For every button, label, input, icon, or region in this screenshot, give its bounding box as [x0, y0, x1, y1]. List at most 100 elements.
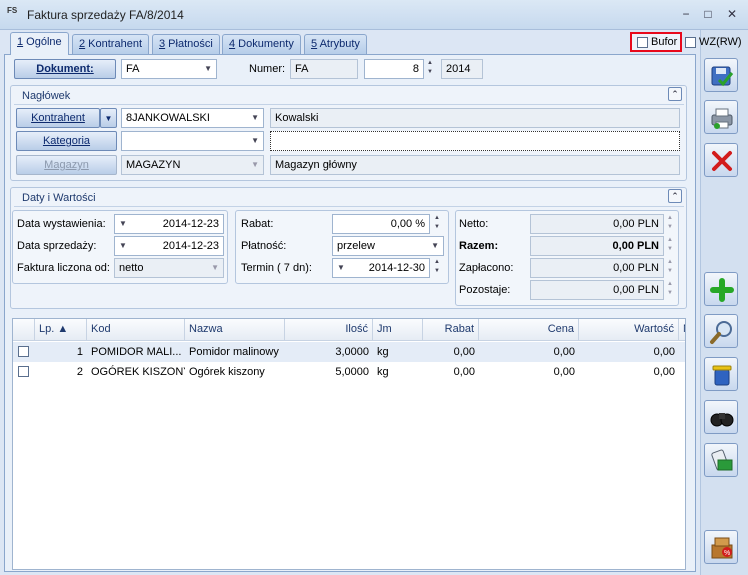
payment-button[interactable] — [704, 443, 738, 477]
razem-field: 0,00 PLN — [530, 236, 664, 256]
platnosc-select[interactable]: przelew ▼ — [332, 236, 444, 256]
bufor-checkbox[interactable] — [637, 37, 648, 48]
data-wystawienia-label: Data wystawienia: — [17, 218, 106, 230]
pozostaje-field: 0,00 PLN — [530, 280, 664, 300]
tab-platnosci[interactable]: 3 Płatności — [152, 34, 220, 54]
zaplacono-field: 0,00 PLN — [530, 258, 664, 278]
cell-jm: kg — [377, 366, 389, 378]
grid-header-nazwa[interactable]: Nazwa — [185, 319, 285, 341]
divider — [14, 104, 684, 105]
row-checkbox[interactable] — [18, 346, 29, 357]
cancel-button[interactable] — [704, 143, 738, 177]
grid-header-lp[interactable]: Lp. ▲ — [35, 319, 87, 341]
bufor-label: Bufor — [651, 36, 678, 48]
kontrahent-code-select[interactable]: 8JANKOWALSKI ▼ — [121, 108, 264, 128]
chevron-down-icon: ▼ — [119, 241, 127, 250]
chevron-down-icon: ▼ — [431, 241, 439, 250]
grid-header-jm[interactable]: Jm — [373, 319, 423, 341]
grid-header-more[interactable]: Ma — [679, 319, 685, 341]
kontrahent-button[interactable]: Kontrahent — [16, 108, 100, 128]
cell-lp: 1 — [76, 346, 83, 358]
print-button[interactable] — [704, 100, 738, 134]
razem-spinner: ▲ ▼ — [667, 237, 673, 252]
add-button[interactable] — [704, 272, 738, 306]
wz-checkbox[interactable] — [685, 37, 696, 48]
rabat-spinner[interactable]: ▲ ▼ — [431, 214, 443, 234]
edit-button[interactable] — [704, 314, 738, 348]
kontrahent-dropdown-button[interactable]: ▼ — [100, 108, 117, 128]
find-button[interactable] — [704, 400, 738, 434]
row-checkbox[interactable] — [18, 366, 29, 377]
svg-text:%: % — [724, 550, 730, 557]
grid-header-rabat[interactable]: Rabat — [423, 319, 479, 341]
termin-spinner[interactable]: ▲ ▼ — [431, 258, 443, 278]
tab-dokumenty[interactable]: 4 Dokumenty — [222, 34, 301, 54]
chevron-down-icon: ▼ — [251, 113, 259, 122]
add-icon — [710, 278, 734, 302]
data-sprzedazy-label: Data sprzedaży: — [17, 240, 97, 252]
termin-label: Termin ( 7 dn): — [241, 262, 312, 274]
grid-header-wartosc[interactable]: Wartość — [579, 319, 679, 341]
cell-ilosc: 5,0000 — [335, 366, 369, 378]
kategoria-description-field[interactable] — [270, 131, 680, 151]
tab-ogolne[interactable]: 1 Ogólne — [10, 32, 69, 55]
magazyn-select: MAGAZYN ▼ — [121, 155, 264, 175]
rabat-field[interactable]: 0,00 % — [332, 214, 430, 234]
platnosc-label: Płatność: — [241, 240, 287, 252]
divider — [14, 206, 684, 207]
naglowek-title: Nagłówek — [22, 90, 71, 102]
print-icon — [711, 108, 733, 129]
cancel-icon — [712, 151, 732, 171]
magazyn-name-field: Magazyn główny — [270, 155, 680, 175]
document-type-select[interactable]: FA ▼ — [121, 59, 217, 79]
grid-header-ilosc[interactable]: Ilość — [285, 319, 373, 341]
document-icon: FS — [7, 6, 18, 15]
grid-header-kod[interactable]: Kod — [87, 319, 185, 341]
payment-icon — [711, 449, 733, 471]
year-field: 2014 — [441, 59, 483, 79]
faktura-liczona-label: Faktura liczona od: — [17, 262, 110, 274]
razem-label: Razem: — [459, 240, 499, 252]
discount-icon: % — [711, 537, 733, 559]
edit-icon — [710, 321, 732, 344]
maximize-button[interactable]: □ — [698, 6, 718, 22]
delete-icon — [712, 365, 732, 386]
data-sprzedazy-field[interactable]: ▼ 2014-12-23 — [114, 236, 224, 256]
cell-jm: kg — [377, 346, 389, 358]
save-icon — [711, 66, 734, 87]
title-bar: FS Faktura sprzedaży FA/8/2014 − □ ✕ — [0, 0, 748, 30]
window-title: Faktura sprzedaży FA/8/2014 — [27, 8, 184, 22]
cell-wartosc: 0,00 — [653, 366, 675, 378]
netto-label: Netto: — [459, 218, 489, 230]
data-wystawienia-field[interactable]: ▼ 2014-12-23 — [114, 214, 224, 234]
find-icon — [710, 413, 734, 427]
pozostaje-label: Pozostaje: — [459, 284, 511, 296]
cell-wartosc: 0,00 — [653, 346, 675, 358]
delete-button[interactable] — [704, 357, 738, 391]
cell-cena: 0,00 — [553, 346, 575, 358]
discount-button[interactable]: % — [704, 530, 738, 564]
collapse-naglowek-icon[interactable]: ⌃ — [668, 87, 682, 101]
rabat-label: Rabat: — [241, 218, 274, 230]
collapse-daty-icon[interactable]: ⌃ — [668, 189, 682, 203]
close-button[interactable]: ✕ — [722, 6, 742, 22]
zaplacono-label: Zapłacono: — [459, 262, 514, 274]
minimize-button[interactable]: − — [676, 6, 696, 22]
termin-field[interactable]: ▼ 2014-12-30 — [332, 258, 430, 278]
chevron-down-icon: ▼ — [251, 136, 259, 145]
cell-rabat: 0,00 — [453, 366, 475, 378]
dokument-button[interactable]: Dokument: — [14, 59, 116, 79]
items-grid[interactable]: Lp. ▲ Kod Nazwa Ilość Jm Rabat Cena Wart… — [12, 318, 686, 570]
grid-header-cena[interactable]: Cena — [479, 319, 579, 341]
number-spinner[interactable]: ▲ ▼ — [424, 59, 436, 79]
tab-atrybuty[interactable]: 5 Atrybuty — [304, 34, 367, 54]
chevron-down-icon: ▼ — [211, 263, 219, 272]
kategoria-button[interactable]: Kategoria — [16, 131, 117, 151]
save-button[interactable] — [704, 58, 738, 92]
cell-nazwa: Pomidor malinowy — [189, 346, 279, 358]
kategoria-select[interactable]: ▼ — [121, 131, 264, 151]
tab-kontrahent[interactable]: 2 Kontrahent — [72, 34, 149, 54]
cell-nazwa: Ogórek kiszony — [189, 366, 265, 378]
faktura-liczona-select: netto ▼ — [114, 258, 224, 278]
number-field[interactable]: 8 — [364, 59, 424, 79]
